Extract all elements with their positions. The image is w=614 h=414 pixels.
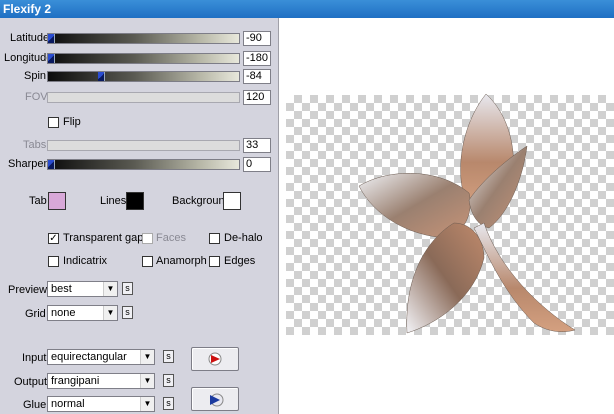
preview-select[interactable]: best ▼ (47, 281, 118, 297)
glue-label: Glue (23, 399, 47, 411)
edges-checkbox[interactable] (209, 256, 220, 267)
tabs-slider[interactable] (47, 140, 240, 151)
preview-select-value: best (51, 283, 72, 295)
transparent-gaps-checkbox[interactable]: ✓ (48, 233, 59, 244)
frangipani-preview-image (358, 93, 576, 334)
blue-arrow-icon (210, 393, 224, 407)
flip-checkbox[interactable] (48, 117, 59, 128)
spin-label: Spin (24, 70, 47, 82)
red-arrow-icon (208, 352, 222, 366)
anamorph-checkbox[interactable] (142, 256, 153, 267)
sharpen-slider[interactable] (47, 159, 240, 170)
fov-label: FOV (25, 91, 48, 103)
chevron-down-icon: ▼ (140, 350, 154, 364)
background-color-label: Background (172, 195, 231, 207)
output-select-value: frangipani (51, 375, 100, 387)
preview-s-button[interactable]: s (122, 282, 133, 295)
longitude-slider[interactable] (47, 53, 240, 64)
sharpen-value[interactable]: 0 (243, 157, 271, 172)
faces-checkbox[interactable] (142, 233, 153, 244)
longitude-slider-thumb[interactable] (48, 54, 55, 63)
faces-label: Faces (156, 232, 186, 244)
input-action-button[interactable] (191, 347, 239, 371)
grid-label: Grid (25, 308, 46, 320)
sharpen-label: Sharpen (8, 158, 50, 170)
tabs-value[interactable]: 33 (243, 138, 271, 153)
anamorph-label: Anamorph (156, 255, 207, 267)
input-select[interactable]: equirectangular ▼ (47, 349, 155, 365)
indicatrix-label: Indicatrix (63, 255, 108, 267)
fov-value[interactable]: 120 (243, 90, 271, 105)
longitude-value[interactable]: -180 (243, 51, 271, 66)
latitude-slider[interactable] (47, 33, 240, 44)
edges-label: Edges (224, 255, 256, 267)
de-halo-label: De-halo (224, 232, 263, 244)
spin-value[interactable]: -84 (243, 69, 271, 84)
chevron-down-icon: ▼ (103, 282, 117, 296)
tab-color-swatch[interactable] (48, 192, 66, 210)
grid-s-button[interactable]: s (122, 306, 133, 319)
sharpen-slider-thumb[interactable] (48, 160, 55, 169)
latitude-value[interactable]: -90 (243, 31, 271, 46)
glue-action-button[interactable] (191, 387, 239, 411)
controls-panel: Latitude -90 Longitude -180 Spin -84 FOV… (0, 18, 278, 414)
lines-color-label: Lines (100, 195, 127, 207)
output-label: Output (14, 376, 48, 388)
indicatrix-checkbox[interactable] (48, 256, 59, 267)
background-color-swatch[interactable] (223, 192, 241, 210)
input-s-button[interactable]: s (163, 350, 174, 363)
transparent-gaps-label: Transparent gaps (63, 232, 149, 244)
grid-select-value: none (51, 307, 76, 319)
spin-slider-thumb[interactable] (98, 72, 105, 81)
de-halo-checkbox[interactable] (209, 233, 220, 244)
fov-slider[interactable] (47, 92, 240, 103)
latitude-slider-thumb[interactable] (48, 34, 55, 43)
chevron-down-icon: ▼ (140, 397, 154, 411)
tab-color-label: Tab (29, 195, 47, 207)
chevron-down-icon: ▼ (140, 374, 154, 388)
spin-slider[interactable] (47, 71, 240, 82)
output-select[interactable]: frangipani ▼ (47, 373, 155, 389)
chevron-down-icon: ▼ (103, 306, 117, 320)
tabs-label: Tabs (23, 139, 47, 151)
lines-color-swatch[interactable] (126, 192, 144, 210)
output-s-button[interactable]: s (163, 374, 174, 387)
latitude-label: Latitude (10, 32, 50, 44)
glue-select-value: normal (51, 398, 85, 410)
glue-select[interactable]: normal ▼ (47, 396, 155, 412)
flip-label: Flip (63, 116, 81, 128)
grid-select[interactable]: none ▼ (47, 305, 118, 321)
longitude-label: Longitude (4, 52, 53, 64)
preview-label: Preview (8, 284, 48, 296)
input-select-value: equirectangular (51, 351, 127, 363)
input-label: Input (22, 352, 47, 364)
window-title: Flexify 2 (0, 0, 614, 18)
glue-s-button[interactable]: s (163, 397, 174, 410)
preview-pane[interactable] (278, 18, 614, 414)
